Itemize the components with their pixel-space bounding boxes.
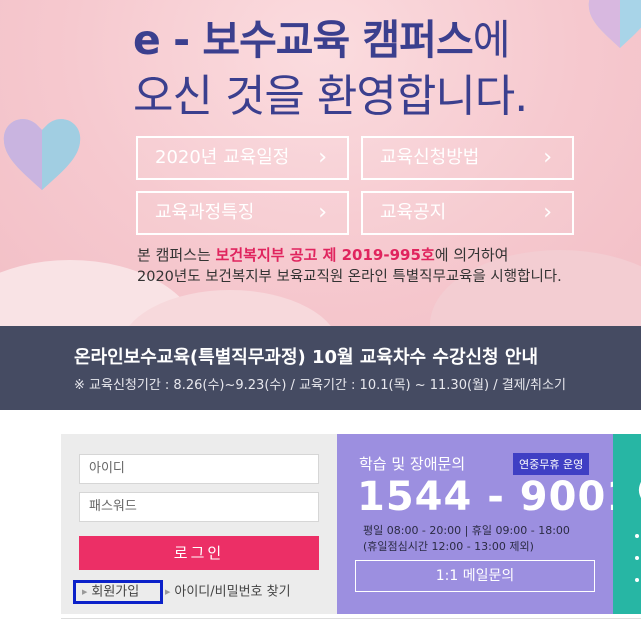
announcement-title[interactable]: 온라인보수교육(특별직무과정) 10월 교육차수 수강신청 안내 — [74, 343, 538, 369]
login-button[interactable]: 로그인 — [79, 536, 319, 570]
support-hours: 평일 08:00 - 20:00 | 휴일 09:00 - 18:00 — [363, 524, 570, 537]
email-inquiry-button[interactable]: 1:1 메일문의 — [355, 560, 595, 592]
legal-notice-post: 에 의거하여 — [434, 246, 509, 264]
find-account-label: 아이디/비밀번호 찾기 — [174, 584, 291, 600]
hero-heading-bold: e - 보수교육 캠퍼스 — [133, 16, 474, 64]
support-panel: 학습 및 장애문의 연중무휴 운영 1544 - 9001 평일 08:00 -… — [337, 434, 634, 614]
hero-heading-line2: 오신 것을 환영합니다. — [133, 71, 528, 122]
hero-button-how-to-apply[interactable]: 교육신청방법 › — [361, 136, 574, 180]
chevron-right-icon: › — [318, 200, 327, 225]
triangle-right-icon: ▶ — [165, 588, 171, 596]
announcement-band[interactable]: 온라인보수교육(특별직무과정) 10월 교육차수 수강신청 안내 ※ 교육신청기… — [0, 326, 641, 410]
login-panel: 아이디 패스워드 로그인 ▶ 회원가입 ▶ 아이디/비밀번호 찾기 — [61, 434, 337, 614]
support-badge: 연중무휴 운영 — [513, 453, 590, 475]
side-panel-teal[interactable]: ( — [613, 434, 641, 614]
bullet-dot — [635, 556, 639, 560]
hero-button-label: 2020년 교육일정 — [155, 147, 290, 168]
page: e - 보수교육 캠퍼스에 오신 것을 환영합니다. 2020년 교육일정 › … — [0, 0, 641, 625]
legal-notice-line2: 2020년도 보건복지부 보육교직원 온라인 특별직무교육을 시행합니다. — [137, 269, 562, 285]
hero-heading-line1: e - 보수교육 캠퍼스에 — [133, 6, 511, 66]
heart-decoration-right — [588, 0, 641, 48]
chevron-right-icon: › — [543, 200, 552, 225]
chevron-right-icon: › — [543, 145, 552, 170]
hero-button-notice[interactable]: 교육공지 › — [361, 191, 574, 235]
signup-label: 회원가입 — [91, 584, 140, 600]
legal-notice-pre: 본 캠퍼스는 — [137, 246, 216, 264]
chevron-right-icon: › — [318, 145, 327, 170]
hero-button-schedule[interactable]: 2020년 교육일정 › — [136, 136, 349, 180]
hero-button-label: 교육신청방법 — [380, 147, 480, 168]
hero-button-course-features[interactable]: 교육과정특징 › — [136, 191, 349, 235]
triangle-right-icon: ▶ — [82, 588, 88, 596]
support-lunch-note: (휴일점심시간 12:00 - 13:00 제외) — [363, 540, 534, 553]
signup-link[interactable]: ▶ 회원가입 — [73, 580, 163, 604]
hero-button-label: 교육과정특징 — [155, 202, 255, 223]
bullet-dot — [635, 534, 639, 538]
hero-heading-suffix: 에 — [472, 16, 511, 64]
legal-notice-line1: 본 캠퍼스는 보건복지부 공고 제 2019-995호에 의거하여 — [137, 244, 508, 265]
hero-banner: e - 보수교육 캠퍼스에 오신 것을 환영합니다. 2020년 교육일정 › … — [0, 0, 641, 326]
bullet-dot — [635, 578, 639, 582]
support-label: 학습 및 장애문의 — [359, 455, 466, 473]
panel-glyph: ( — [637, 478, 641, 503]
user-id-field[interactable]: 아이디 — [79, 454, 319, 484]
hero-button-label: 교육공지 — [380, 202, 447, 223]
heart-decoration-left — [3, 119, 81, 190]
announcement-subtitle: ※ 교육신청기간 : 8.26(수)~9.23(수) / 교육기간 : 10.1… — [74, 378, 566, 393]
support-phone-number: 1544 - 9001 — [357, 474, 636, 520]
content-divider — [61, 618, 641, 625]
password-field[interactable]: 패스워드 — [79, 492, 319, 522]
legal-notice-highlight: 보건복지부 공고 제 2019-995호 — [215, 246, 435, 264]
find-account-link[interactable]: ▶ 아이디/비밀번호 찾기 — [165, 580, 291, 604]
